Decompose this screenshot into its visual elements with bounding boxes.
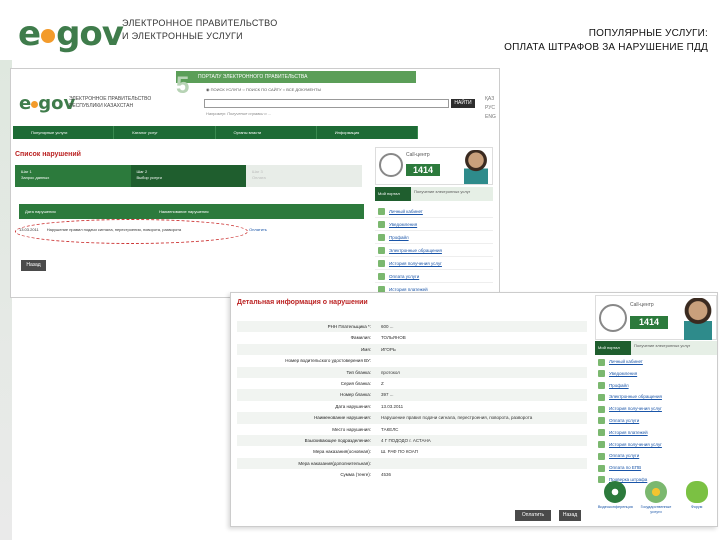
call-center: Call-центр 1414 [375, 147, 493, 185]
form-row: Мера наказания(основная): Ш. РАФ ПО КОАП [313, 449, 418, 455]
search-options[interactable]: ◉ ПОИСК УСЛУГИ ○ ПОИСК ПО САЙТУ ○ ВСЕ ДО… [206, 87, 321, 92]
anniversary-icon: 5 [176, 72, 190, 99]
screenshot-violations-list: ПОРТАЛУ ЭЛЕКТРОННОГО ПРАВИТЕЛЬСТВА 5 e go… [10, 68, 500, 298]
form-row: Наименование нарушения: Нарушение правил … [237, 412, 587, 424]
operator-image [684, 298, 712, 340]
pay-link[interactable]: Оплатить [249, 227, 267, 232]
highlight-oval [15, 219, 248, 244]
portal-logo-subtitle: ЭЛЕКТРОННОЕ ПРАВИТЕЛЬСТВО РЕСПУБЛИКИ КАЗА… [69, 96, 152, 109]
screenshot-violation-details: Детальная информация о нарушении РНН Пла… [230, 292, 718, 527]
phone-icon [599, 304, 627, 332]
badge-gov-services[interactable]: Государственные услуги [638, 481, 674, 514]
chat-bubble-icon [685, 481, 708, 503]
portal-logo[interactable]: e gov [19, 93, 75, 114]
sidebar-menu: Личный кабинет Уведомления Профайл Элект… [375, 205, 493, 296]
nav-item[interactable]: Популярные услуги [13, 126, 115, 139]
form-row: Взыскивающее подразделение: 4 Г ПОДОДО г.… [237, 434, 587, 447]
step-1: Шаг 1 Запрос данных [15, 165, 131, 187]
operator-image [464, 150, 488, 184]
search-input[interactable] [204, 99, 449, 108]
field-value[interactable]: 600 ... [377, 321, 587, 332]
form-row: Номер водительского удостоверения ВУ: [285, 358, 371, 364]
language-switcher[interactable]: ҚАЗ РУС ENG [485, 95, 496, 122]
flower-icon [644, 481, 667, 503]
call-center: Call-центр 1414 [595, 295, 717, 340]
sidebar-item[interactable]: Личный кабинет [595, 356, 717, 368]
sidebar-item[interactable]: История получения услуг [375, 257, 493, 270]
sidebar-item[interactable]: История получения услуг [595, 403, 717, 415]
logo-subtitle: ЭЛЕКТРОННОЕ ПРАВИТЕЛЬСТВО И ЭЛЕКТРОННЫЕ У… [122, 18, 278, 41]
logo: e gov [18, 14, 124, 54]
sidebar-item[interactable]: Профайл [375, 231, 493, 244]
main-nav: Популярные услуги Каталог услуг Органы в… [13, 126, 418, 139]
page-title: Список нарушений [15, 151, 81, 158]
form-row: Фамилия: ТОЛЬЯНОВ [350, 335, 406, 341]
badge-videoconf[interactable]: Видеоконференция [597, 481, 633, 514]
sidebar-item[interactable]: Профайл [595, 380, 717, 392]
tab-my-portal[interactable]: Мой портал [375, 187, 411, 201]
plus-dot-icon [41, 29, 56, 43]
sidebar-menu: Личный кабинет Уведомления Профайл Элект… [595, 356, 717, 486]
film-icon [604, 481, 627, 503]
table-header: Дата нарушения Наименование нарушения [19, 204, 364, 219]
wizard-steps: Шаг 1 Запрос данных Шаг 2 Выбор услуги Шаг… [15, 165, 365, 187]
form-row: Номер бланка: 397 ... [237, 389, 587, 401]
sidebar: Call-центр 1414 Мой портал Получение эле… [595, 293, 717, 526]
tab-e-services[interactable]: Получение электронных услуг [631, 341, 717, 355]
step-3: Шаг 3 Оплата [246, 165, 362, 187]
nav-item[interactable]: Органы власти [216, 126, 317, 139]
nav-item[interactable]: Каталог услуг [114, 126, 216, 139]
form-row: Мера наказания(дополнительная): [237, 457, 587, 470]
portal-banner: ПОРТАЛУ ЭЛЕКТРОННОГО ПРАВИТЕЛЬСТВА [176, 71, 416, 83]
form-row: Сумма (тенге): 4536 [340, 472, 392, 478]
find-button[interactable]: НАЙТИ [451, 99, 475, 108]
call-center-number: 1414 [406, 164, 440, 176]
form-row: Дата нарушения: 13.03.2011 [335, 403, 404, 409]
sidebar-item[interactable]: Оплата услуги [375, 270, 493, 283]
slide-title: ПОПУЛЯРНЫЕ УСЛУГИ: ОПЛАТА ШТРАФОВ ЗА НАРУ… [504, 28, 708, 53]
sidebar-item[interactable]: Оплата по ЕПВ [595, 462, 717, 474]
details-title: Детальная информация о нарушении [237, 299, 368, 306]
form-row: Место нарушения: ТАКЕЛС [332, 426, 399, 432]
form-row: РНН Плательщика *: 600 ... [237, 321, 587, 333]
sidebar-item[interactable]: Электронные обращения [595, 391, 717, 403]
form-row: Тип бланка: протокол [237, 366, 587, 378]
call-center-number: 1414 [630, 316, 668, 329]
phone-icon [379, 153, 403, 177]
form-row: Имя: ИГОРЬ [237, 343, 587, 356]
back-button[interactable]: Назад [21, 260, 46, 271]
form-row: Серия бланка: Z [340, 380, 384, 386]
sidebar-item[interactable]: История платежей [595, 427, 717, 439]
sidebar-item[interactable]: Оплата услуги [595, 450, 717, 462]
search-hint: Например: Получение справки о ... [206, 111, 272, 116]
sidebar-item[interactable]: Уведомления [595, 368, 717, 380]
sidebar-item[interactable]: Уведомления [375, 218, 493, 231]
pay-button[interactable]: Оплатить [515, 510, 551, 521]
badge-forum[interactable]: Форум [679, 481, 715, 514]
sidebar-item[interactable]: История получения услуг [595, 439, 717, 451]
back-button[interactable]: Назад [559, 510, 581, 521]
service-badges: Видеоконференция Государственные услуги … [595, 481, 717, 514]
sidebar-item[interactable]: Личный кабинет [375, 205, 493, 218]
sidebar-item[interactable]: Оплата услуги [595, 415, 717, 427]
sidebar-item[interactable]: Электронные обращения [375, 244, 493, 257]
step-2: Шаг 2 Выбор услуги [130, 165, 246, 187]
tab-my-portal[interactable]: Мой портал [595, 341, 631, 355]
portal-tabs: Мой портал Получение электронных услуг [375, 187, 493, 201]
portal-tabs: Мой портал Получение электронных услуг [595, 341, 717, 355]
details-form: РНН Плательщика *: 600 ... Фамилия: ТОЛЬЯН… [237, 321, 587, 480]
nav-item[interactable]: Информация [317, 126, 418, 139]
sidebar: Call-центр 1414 Мой портал Получение эле… [375, 147, 493, 297]
tab-e-services[interactable]: Получение электронных услуг [411, 187, 493, 201]
